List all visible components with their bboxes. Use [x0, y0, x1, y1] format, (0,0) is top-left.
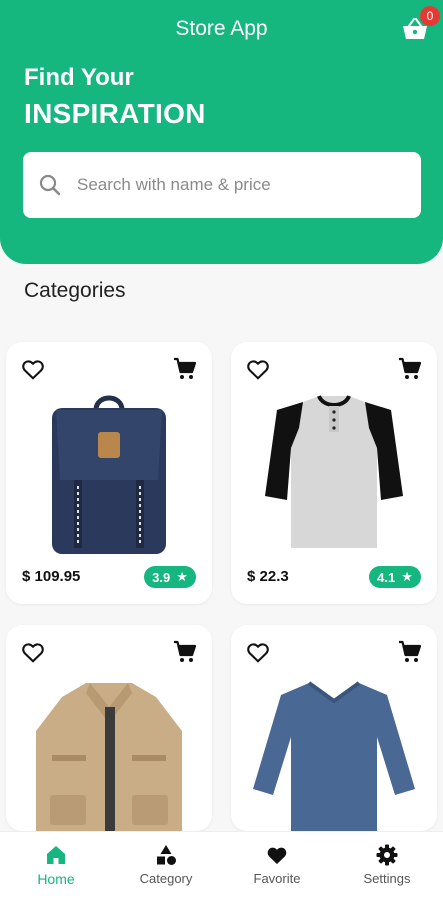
headline-line2: INSPIRATION: [24, 98, 206, 129]
product-price: $ 22.3: [247, 568, 289, 585]
nav-category[interactable]: Category: [111, 832, 221, 900]
cart-count-badge: 0: [420, 6, 440, 26]
rating-value: 3.9: [152, 569, 171, 585]
nav-favorite-label: Favorite: [253, 871, 301, 886]
product-image-long-sleeve-shirt: [253, 681, 415, 831]
app-title: Store App: [175, 17, 268, 40]
section-title: Categories: [24, 279, 126, 302]
cart-button[interactable]: 0: [400, 6, 440, 42]
product-image-raglan-shirt: [265, 395, 403, 548]
product-card[interactable]: [6, 625, 212, 831]
add-to-cart-icon[interactable]: [398, 357, 422, 381]
rating-badge: 3.9 ★: [144, 566, 196, 588]
heart-outline-icon[interactable]: [245, 639, 271, 665]
rating-value: 4.1: [377, 569, 396, 585]
star-icon: ★: [401, 569, 413, 584]
search-input[interactable]: Search with name & price: [23, 152, 421, 218]
product-price: $ 109.95: [22, 568, 81, 585]
headline-line1: Find Your: [24, 64, 134, 91]
search-icon: [39, 174, 61, 196]
gear-icon: [376, 844, 398, 866]
heart-outline-icon[interactable]: [20, 356, 46, 382]
product-card[interactable]: $ 109.95 3.9 ★: [6, 342, 212, 604]
nav-favorite[interactable]: Favorite: [222, 832, 332, 900]
add-to-cart-icon[interactable]: [173, 357, 197, 381]
category-icon: [157, 845, 176, 865]
add-to-cart-icon[interactable]: [398, 640, 422, 664]
nav-category-label: Category: [139, 871, 193, 886]
nav-home[interactable]: Home: [1, 832, 111, 900]
nav-home-label: Home: [37, 871, 75, 887]
bottom-navigation: Home Category Favorite Settings: [0, 831, 443, 900]
product-card[interactable]: $ 22.3 4.1 ★: [231, 342, 437, 604]
home-icon: [47, 846, 65, 864]
product-card[interactable]: [231, 625, 437, 831]
rating-badge: 4.1 ★: [369, 566, 421, 588]
nav-settings-label: Settings: [363, 871, 411, 886]
product-image-backpack: [52, 395, 166, 554]
header: Store App 0 Find Your INSPIRATION Search…: [0, 0, 443, 264]
product-image-jacket: [36, 683, 182, 831]
nav-settings[interactable]: Settings: [332, 832, 442, 900]
search-placeholder: Search with name & price: [77, 175, 271, 194]
heart-outline-icon[interactable]: [245, 356, 271, 382]
heart-outline-icon[interactable]: [20, 639, 46, 665]
add-to-cart-icon[interactable]: [173, 640, 197, 664]
heart-icon: [267, 847, 287, 864]
star-icon: ★: [176, 569, 188, 584]
